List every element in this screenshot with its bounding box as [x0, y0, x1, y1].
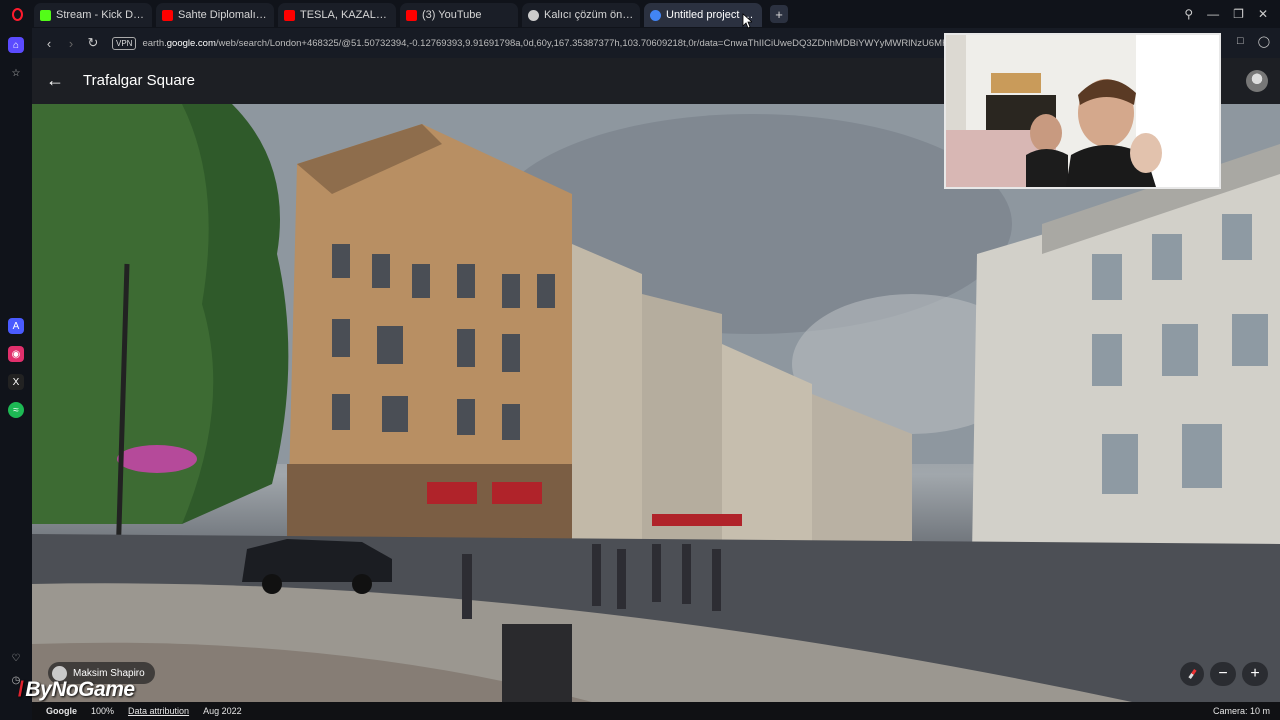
youtube-icon [162, 9, 173, 21]
close-icon[interactable]: ✕ [1258, 7, 1268, 21]
tab-chatgpt[interactable]: Kalıcı çözüm önerisi [522, 3, 640, 27]
tab-label: Kalıcı çözüm önerisi [544, 9, 634, 21]
opera-sidebar: ⌂ ☆ A ◉ X ≈ ♡ ◷ [0, 28, 32, 720]
url-field[interactable]: earth.google.com/web/search/London+46832… [142, 38, 952, 49]
tab-youtube-3[interactable]: (3) YouTube [400, 3, 518, 27]
tab-label: (3) YouTube [422, 9, 482, 21]
map-controls: − + [1180, 662, 1268, 686]
vpn-badge[interactable]: VPN [112, 36, 137, 50]
webcam-video [946, 35, 1219, 187]
mouse-cursor-icon [742, 13, 752, 29]
imagery-date: Aug 2022 [203, 706, 242, 716]
tab-label: TESLA, KAZALAR İÇİN TA... [300, 9, 390, 21]
avatar[interactable] [1246, 70, 1268, 92]
channel-watermark: /ByNoGame [18, 678, 135, 702]
reload-icon[interactable]: ↻ [82, 35, 104, 51]
forward-icon[interactable]: › [60, 36, 82, 51]
tab-kick[interactable]: Stream - Kick Dashboard [34, 3, 152, 27]
openai-icon [528, 9, 539, 21]
wallet-icon[interactable]: □ [1237, 35, 1244, 48]
watermark-text: ByNoGame [25, 678, 135, 701]
data-attribution-link[interactable]: Data attribution [128, 706, 189, 716]
street-view-image [32, 104, 1280, 702]
address-bar-actions: □ ◯ [1237, 35, 1270, 48]
search-tabs-icon[interactable]: ⚲ [1184, 7, 1193, 21]
youtube-icon [284, 9, 295, 21]
tab-label: Sahte Diplomalı Şehzade [178, 9, 268, 21]
zoom-level: 100% [91, 706, 115, 716]
youtube-icon [406, 9, 417, 21]
back-arrow-icon[interactable]: ← [46, 70, 64, 91]
webcam-overlay [944, 33, 1221, 189]
extensions-icon[interactable]: ◯ [1258, 35, 1270, 48]
page-title: Trafalgar Square [83, 72, 196, 89]
maximize-icon[interactable]: ❐ [1233, 7, 1244, 21]
google-earth-icon [650, 9, 661, 21]
kick-icon [40, 9, 51, 21]
zoom-out-button[interactable]: − [1210, 662, 1236, 686]
street-view-panorama[interactable] [32, 104, 1280, 702]
heart-icon[interactable]: ♡ [8, 650, 24, 666]
back-icon[interactable]: ‹ [38, 36, 60, 51]
earth-status-bar: Google 100% Data attribution Aug 2022 Ca… [32, 702, 1280, 720]
url-prefix: earth. [142, 37, 167, 49]
home-icon[interactable]: ⌂ [8, 37, 24, 53]
star-icon[interactable]: ☆ [8, 65, 24, 81]
url-path: /web/search/London+468325/@51.50732394,-… [215, 37, 953, 49]
spotify-icon[interactable]: ≈ [8, 402, 24, 418]
new-tab-button[interactable]: + [770, 5, 788, 23]
aria-icon[interactable]: A [8, 318, 24, 334]
compass-icon[interactable] [1180, 662, 1204, 686]
tab-youtube-2[interactable]: TESLA, KAZALAR İÇİN TA... [278, 3, 396, 27]
zoom-in-button[interactable]: + [1242, 662, 1268, 686]
window-controls: ⚲ — ❐ ✕ [1184, 0, 1280, 28]
google-brand: Google [46, 706, 77, 716]
tab-label: Stream - Kick Dashboard [56, 9, 146, 21]
opera-logo-icon[interactable] [0, 0, 34, 28]
tab-strip: Stream - Kick Dashboard Sahte Diplomalı … [0, 0, 1280, 28]
camera-altitude: Camera: 10 m [1212, 706, 1270, 716]
x-twitter-icon[interactable]: X [8, 374, 24, 390]
minimize-icon[interactable]: — [1207, 7, 1219, 21]
instagram-icon[interactable]: ◉ [8, 346, 24, 362]
tab-youtube-1[interactable]: Sahte Diplomalı Şehzade [156, 3, 274, 27]
url-domain: google.com [166, 37, 216, 49]
contributor-name: Maksim Shapiro [73, 667, 145, 679]
watermark-slash-icon: / [18, 678, 24, 701]
